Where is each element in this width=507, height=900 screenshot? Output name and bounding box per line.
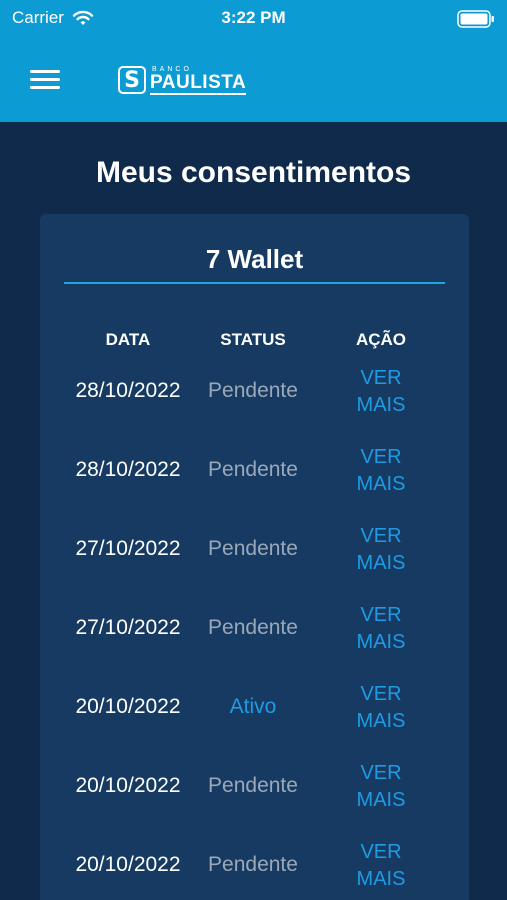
ver-mais-line2: MAIS <box>356 473 406 495</box>
consent-row: 20/10/2022 Pendente VER MAIS <box>40 746 469 825</box>
consent-date: 27/10/2022 <box>75 616 181 639</box>
banco-paulista-logo: S BANCO PAULISTA <box>118 63 247 97</box>
ver-mais-button[interactable]: VER MAIS <box>336 523 426 577</box>
ver-mais-line2: MAIS <box>356 552 406 574</box>
consent-status: Pendente <box>208 458 298 481</box>
consent-row: 20/10/2022 Ativo VER MAIS <box>40 667 469 746</box>
consent-row: 28/10/2022 Pendente VER MAIS <box>40 430 469 509</box>
consent-status: Pendente <box>208 537 298 560</box>
ver-mais-line1: VER <box>360 762 402 784</box>
card-title: 7 Wallet <box>205 244 304 274</box>
consent-date: 20/10/2022 <box>75 774 181 797</box>
ver-mais-button[interactable]: VER MAIS <box>336 681 426 735</box>
hamburger-menu-icon[interactable] <box>30 70 60 90</box>
ver-mais-button[interactable]: VER MAIS <box>336 839 426 893</box>
consent-row: 20/10/2022 Pendente VER MAIS <box>40 825 469 900</box>
ver-mais-line1: VER <box>360 367 402 389</box>
main-content: Meus consentimentos 7 Wallet DATA STATUS… <box>0 122 507 900</box>
logo-mark-icon: S <box>118 66 146 94</box>
logo-big-text: PAULISTA <box>150 71 247 95</box>
ver-mais-line1: VER <box>360 525 402 547</box>
consent-date: 20/10/2022 <box>75 853 181 876</box>
ver-mais-button[interactable]: VER MAIS <box>336 365 426 419</box>
column-header-action: AÇÃO <box>355 330 407 349</box>
consent-date: 27/10/2022 <box>75 537 181 560</box>
ver-mais-button[interactable]: VER MAIS <box>336 602 426 656</box>
ver-mais-button[interactable]: VER MAIS <box>336 444 426 498</box>
column-header-date: DATA <box>105 330 151 349</box>
ver-mais-line1: VER <box>360 841 402 863</box>
ver-mais-button[interactable]: VER MAIS <box>336 760 426 814</box>
battery-icon <box>457 10 494 28</box>
consent-date: 28/10/2022 <box>75 379 181 402</box>
consent-status: Pendente <box>208 379 298 402</box>
consent-card: 7 Wallet DATA STATUS AÇÃO 28/10/2022 Pend… <box>40 214 469 900</box>
card-divider <box>64 282 445 284</box>
column-header-status: STATUS <box>220 330 286 349</box>
page-title: Meus consentimentos <box>95 156 412 189</box>
ver-mais-line2: MAIS <box>356 394 406 416</box>
ver-mais-line2: MAIS <box>356 631 406 653</box>
consent-row: 28/10/2022 Pendente VER MAIS <box>40 351 469 430</box>
ver-mais-line2: MAIS <box>356 710 406 732</box>
consent-date: 28/10/2022 <box>75 458 181 481</box>
status-bar: Carrier 3:22 PM <box>0 0 507 38</box>
ver-mais-line1: VER <box>360 683 402 705</box>
consent-row: 27/10/2022 Pendente VER MAIS <box>40 588 469 667</box>
ver-mais-line1: VER <box>360 604 402 626</box>
consent-status: Pendente <box>208 853 298 876</box>
consent-status: Pendente <box>208 616 298 639</box>
consent-date: 20/10/2022 <box>75 695 181 718</box>
navbar: S BANCO PAULISTA <box>0 50 507 110</box>
status-time: 3:22 PM <box>221 8 286 27</box>
consent-status: Pendente <box>208 774 298 797</box>
app-header: Carrier 3:22 PM S BANCO PAULISTA <box>0 0 507 122</box>
consent-row: 27/10/2022 Pendente VER MAIS <box>40 509 469 588</box>
logo-text: BANCO PAULISTA <box>150 66 247 95</box>
ver-mais-line2: MAIS <box>356 789 406 811</box>
consent-status: Ativo <box>229 695 277 718</box>
ver-mais-line2: MAIS <box>356 868 406 890</box>
ver-mais-line1: VER <box>360 446 402 468</box>
